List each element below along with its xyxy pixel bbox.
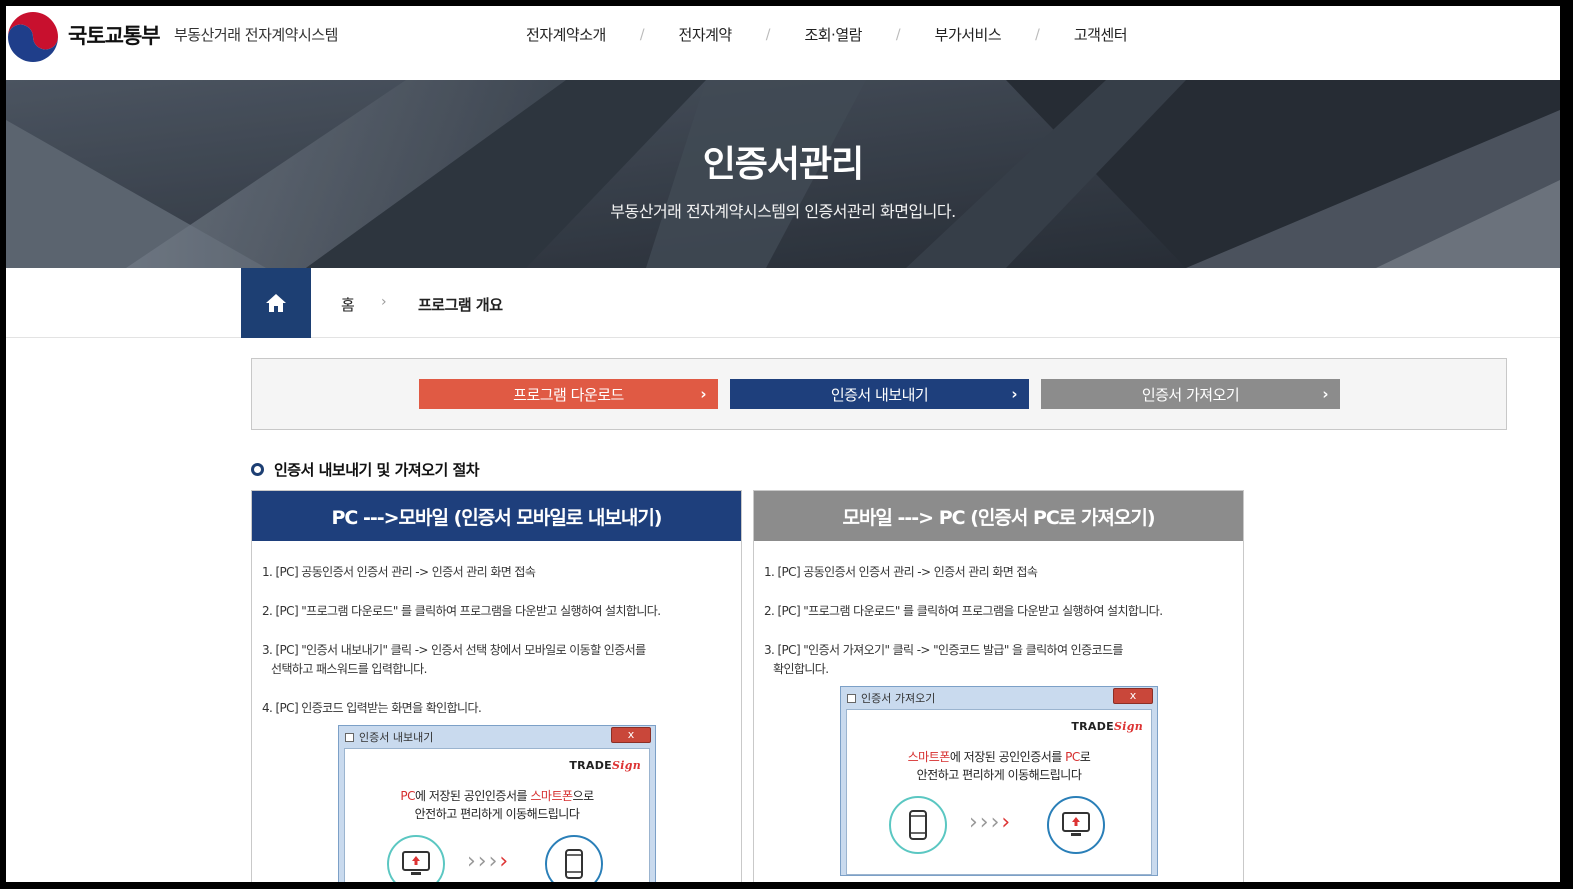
section-heading: 인증서 내보내기 및 가져오기 절차	[251, 459, 480, 480]
nav-separator: /	[765, 26, 771, 43]
step-text-continued: 선택하고 패스워드를 입력합니다.	[271, 662, 427, 676]
msg-text: 에 저장된 공인인증서를	[415, 789, 531, 803]
step-text: 3. [PC] "인증서 가져오기" 클릭 -> "인증코드 발급" 을 클릭하…	[764, 643, 1123, 657]
bullet-circle-icon	[251, 463, 264, 476]
gray-arrows: ›››	[467, 849, 500, 874]
chevron-right-icon: ›	[1011, 385, 1017, 403]
msg-text: 로	[1079, 750, 1091, 764]
certificate-import-label: 인증서 가져오기	[1141, 385, 1240, 404]
dialog-message-line1: 스마트폰에 저장된 공인인증서를 PC로	[847, 748, 1151, 766]
hero-banner: 인증서관리 부동산거래 전자계약시스템의 인증서관리 화면입니다.	[6, 80, 1560, 268]
pc-monitor-icon	[1047, 796, 1105, 854]
smartphone-icon	[889, 796, 947, 854]
dialog-message-line1: PC에 저장된 공인인증서를 스마트폰으로	[345, 787, 649, 805]
msg-text: 으로	[572, 789, 595, 803]
window-app-icon	[847, 693, 856, 703]
nav-separator: /	[895, 26, 901, 43]
tradesign-logo: TRADESign	[569, 759, 641, 772]
breadcrumb-home[interactable]: 홈	[341, 294, 355, 315]
close-icon: x	[611, 727, 651, 743]
program-download-button[interactable]: 프로그램 다운로드 ›	[419, 379, 718, 409]
dialog-message: PC에 저장된 공인인증서를 스마트폰으로 안전하고 편리하게 이동해드립니다	[345, 787, 649, 823]
hero-subtitle: 부동산거래 전자계약시스템의 인증서관리 화면입니다.	[610, 202, 956, 221]
close-icon: x	[1113, 688, 1153, 704]
step-item: 4. [PC] 인증코드 입력받는 화면을 확인합니다.	[262, 701, 482, 715]
home-icon	[266, 294, 286, 312]
export-panel-title: PC --->모바일 (인증서 모바일로 내보내기)	[252, 491, 741, 541]
dialog-body: TRADESign 스마트폰에 저장된 공인인증서를 PC로 안전하고 편리하게…	[846, 709, 1152, 875]
step-item: 1. [PC] 공동인증서 인증서 관리 -> 인증서 관리 화면 접속	[764, 565, 1038, 579]
transfer-arrows-icon: ››››	[467, 849, 510, 874]
nav-separator: /	[1035, 26, 1040, 43]
gray-arrows: ›››	[969, 810, 1002, 835]
certificate-import-button[interactable]: 인증서 가져오기 ›	[1041, 379, 1340, 409]
home-button[interactable]	[241, 268, 311, 338]
msg-highlight: 스마트폰	[530, 789, 573, 803]
step-item: 3. [PC] "인증서 가져오기" 클릭 -> "인증코드 발급" 을 클릭하…	[764, 641, 1243, 679]
step-item: 1. [PC] 공동인증서 인증서 관리 -> 인증서 관리 화면 접속	[262, 565, 536, 579]
dialog-message-line2: 안전하고 편리하게 이동해드립니다	[916, 768, 1082, 782]
nav-separator: /	[639, 26, 645, 43]
action-button-box: 프로그램 다운로드 › 인증서 내보내기 › 인증서 가져오기 ›	[251, 358, 1507, 430]
msg-highlight: PC	[400, 789, 415, 803]
export-dialog-screenshot: 인증서 내보내기 x TRADESign PC에 저장된 공인인증서를 스마트폰…	[338, 725, 656, 882]
import-panel-title: 모바일 ---> PC (인증서 PC로 가져오기)	[754, 491, 1243, 541]
site-header: 국토교통부 부동산거래 전자계약시스템 전자계약소개 / 전자계약 / 조회·열…	[6, 6, 1560, 80]
smartphone-icon	[545, 835, 603, 882]
msg-text: 에 저장된 공인인증서를	[949, 750, 1066, 764]
transfer-arrows-icon: ››››	[969, 810, 1012, 835]
step-text-continued: 확인합니다.	[773, 662, 829, 676]
export-steps: 1. [PC] 공동인증서 인증서 관리 -> 인증서 관리 화면 접속 2. …	[252, 541, 741, 718]
system-name[interactable]: 부동산거래 전자계약시스템	[174, 24, 338, 45]
msg-highlight: 스마트폰	[907, 750, 951, 764]
page-frame: 국토교통부 부동산거래 전자계약시스템 전자계약소개 / 전자계약 / 조회·열…	[6, 6, 1560, 882]
dialog-message: 스마트폰에 저장된 공인인증서를 PC로 안전하고 편리하게 이동해드립니다	[847, 748, 1151, 784]
nav-item-services[interactable]: 부가서비스	[935, 24, 1002, 45]
step-item: 2. [PC] "프로그램 다운로드" 를 클릭하여 프로그램을 다운받고 실행…	[262, 604, 661, 618]
nav-item-intro[interactable]: 전자계약소개	[526, 24, 606, 45]
dialog-message-line2: 안전하고 편리하게 이동해드립니다	[414, 807, 580, 821]
dialog-title: 인증서 가져오기	[861, 692, 936, 705]
chevron-right-icon: ›	[700, 385, 706, 403]
nav-item-contract[interactable]: 전자계약	[679, 24, 733, 45]
section-title: 인증서 내보내기 및 가져오기 절차	[274, 461, 480, 479]
chevron-right-icon: ›	[1322, 385, 1328, 403]
window-app-icon	[345, 732, 354, 742]
nav-item-inquiry[interactable]: 조회·열람	[804, 24, 862, 45]
brand-sign-text: Sign	[1113, 720, 1143, 733]
step-item: 3. [PC] "인증서 내보내기" 클릭 -> 인증서 선택 창에서 모바일로…	[262, 641, 741, 679]
red-arrow: ›	[1001, 810, 1013, 835]
msg-highlight: PC	[1065, 750, 1080, 764]
export-procedure-panel: PC --->모바일 (인증서 모바일로 내보내기) 1. [PC] 공동인증서…	[251, 490, 742, 882]
brand-sign-text: Sign	[611, 759, 641, 772]
ministry-name[interactable]: 국토교통부	[68, 20, 161, 50]
dialog-body: TRADESign PC에 저장된 공인인증서를 스마트폰으로 안전하고 편리하…	[344, 748, 650, 882]
breadcrumb-arrow-icon: ›	[381, 294, 387, 310]
global-nav: 전자계약소개 / 전자계약 / 조회·열람 / 부가서비스 / 고객센터	[526, 24, 1128, 45]
breadcrumb: 홈 › 프로그램 개요	[6, 268, 1560, 338]
red-arrow: ›	[499, 849, 511, 874]
pc-monitor-icon	[387, 835, 445, 882]
import-procedure-panel: 모바일 ---> PC (인증서 PC로 가져오기) 1. [PC] 공동인증서…	[753, 490, 1244, 882]
dialog-title: 인증서 내보내기	[359, 731, 434, 744]
breadcrumb-current[interactable]: 프로그램 개요	[418, 294, 503, 315]
dialog-titlebar: 인증서 내보내기	[339, 726, 655, 748]
program-download-label: 프로그램 다운로드	[513, 385, 624, 404]
step-item: 2. [PC] "프로그램 다운로드" 를 클릭하여 프로그램을 다운받고 실행…	[764, 604, 1163, 618]
step-text: 3. [PC] "인증서 내보내기" 클릭 -> 인증서 선택 창에서 모바일로…	[262, 643, 646, 657]
nav-item-support[interactable]: 고객센터	[1074, 24, 1128, 45]
ministry-logo-icon[interactable]	[6, 10, 60, 64]
certificate-export-label: 인증서 내보내기	[830, 385, 929, 404]
dialog-titlebar: 인증서 가져오기	[841, 687, 1157, 709]
import-steps: 1. [PC] 공동인증서 인증서 관리 -> 인증서 관리 화면 접속 2. …	[754, 541, 1243, 679]
brand-text: TRADE	[569, 759, 612, 772]
tradesign-logo: TRADESign	[1071, 720, 1143, 733]
import-dialog-screenshot: 인증서 가져오기 x TRADESign 스마트폰에 저장된 공인인증서를 PC…	[840, 686, 1158, 876]
hero-title: 인증서관리	[702, 144, 865, 185]
brand-text: TRADE	[1071, 720, 1114, 733]
certificate-export-button[interactable]: 인증서 내보내기 ›	[730, 379, 1029, 409]
